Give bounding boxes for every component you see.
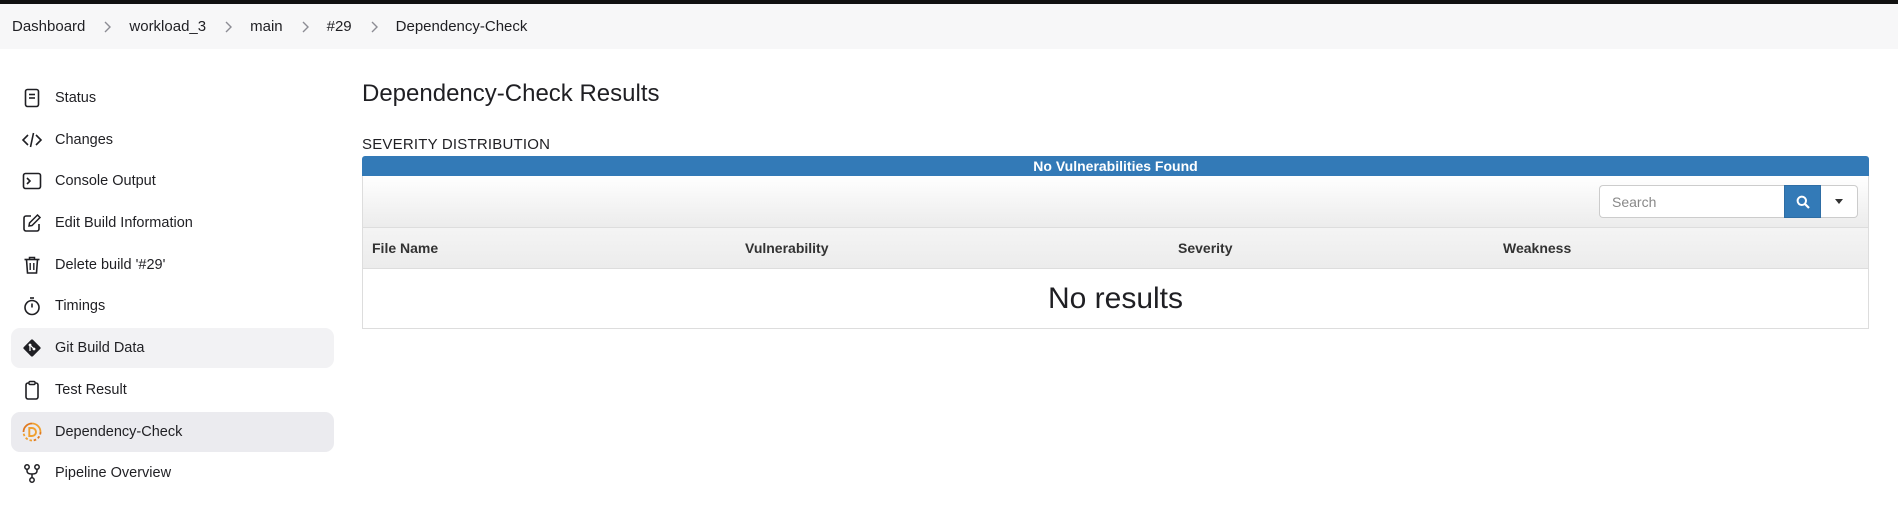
- sidebar-item-pipeline-overview[interactable]: Pipeline Overview: [11, 453, 334, 493]
- column-header-weakness[interactable]: Weakness: [1503, 240, 1571, 256]
- clipboard-icon: [21, 379, 43, 401]
- sidebar-item-label: Git Build Data: [55, 340, 145, 357]
- severity-distribution-bar: No Vulnerabilities Found: [362, 156, 1869, 176]
- stopwatch-icon: [21, 295, 43, 317]
- sidebar-item-console-output[interactable]: Console Output: [11, 161, 334, 201]
- page-title: Dependency-Check Results: [362, 80, 660, 107]
- empty-results-message: No results: [1047, 282, 1184, 315]
- table-header: File Name Vulnerability Severity Weaknes…: [363, 228, 1868, 269]
- git-icon: [21, 337, 43, 359]
- sidebar-item-label: Test Result: [55, 381, 127, 398]
- breadcrumb-branch[interactable]: main: [250, 18, 283, 35]
- sidebar-item-label: Console Output: [55, 173, 156, 190]
- pipeline-icon: [21, 462, 43, 484]
- trash-icon: [21, 254, 43, 276]
- caret-down-icon: [1835, 199, 1843, 204]
- severity-distribution-label: SEVERITY DISTRIBUTION: [362, 136, 551, 153]
- sidebar-item-dependency-check[interactable]: Dependency-Check: [11, 411, 334, 452]
- chevron-right-icon: [300, 21, 310, 33]
- sidebar-item-delete-build[interactable]: Delete build '#29': [11, 245, 334, 285]
- search-input[interactable]: [1599, 185, 1784, 218]
- breadcrumb: Dashboard workload_3 main #29 Dependency…: [0, 4, 1898, 49]
- sidebar-item-changes[interactable]: Changes: [11, 120, 334, 160]
- sidebar-item-label: Dependency-Check: [55, 423, 183, 440]
- code-icon: [21, 129, 43, 151]
- chevron-right-icon: [223, 21, 233, 33]
- breadcrumb-dashboard[interactable]: Dashboard: [12, 18, 85, 35]
- search-options-dropdown[interactable]: [1821, 185, 1858, 218]
- column-header-severity[interactable]: Severity: [1178, 240, 1232, 256]
- sidebar-item-edit-build-information[interactable]: Edit Build Information: [11, 203, 334, 243]
- search-icon: [1796, 195, 1810, 209]
- column-header-vulnerability[interactable]: Vulnerability: [745, 240, 829, 256]
- sidebar-item-label: Status: [55, 90, 97, 106]
- sidebar-item-label: Pipeline Overview: [55, 465, 172, 482]
- sidebar-item-label: Edit Build Information: [55, 215, 193, 232]
- edit-icon: [21, 212, 43, 234]
- sidebar-item-label: Delete build '#29': [55, 256, 166, 273]
- search-button[interactable]: [1784, 185, 1821, 218]
- sidebar-item-label: Changes: [55, 131, 114, 148]
- breadcrumb-current[interactable]: Dependency-Check: [396, 18, 528, 35]
- column-header-file-name[interactable]: File Name: [372, 240, 438, 256]
- breadcrumb-build[interactable]: #29: [327, 18, 352, 35]
- sidebar-item-git-build-data[interactable]: Git Build Data: [11, 328, 334, 369]
- breadcrumb-workload[interactable]: workload_3: [129, 18, 206, 35]
- sidebar-item-label: Timings: [55, 298, 106, 315]
- sidebar: Status Changes Console Output Edit Build…: [11, 78, 334, 495]
- results-table: File Name Vulnerability Severity Weaknes…: [362, 176, 1869, 329]
- search-group: [1599, 185, 1858, 218]
- main-content: Dependency-Check Results SEVERITY DISTRI…: [362, 78, 1869, 329]
- status-icon: [21, 87, 43, 109]
- sidebar-item-timings[interactable]: Timings: [11, 286, 334, 326]
- table-toolbar: [363, 176, 1868, 228]
- chevron-right-icon: [369, 21, 379, 33]
- terminal-icon: [21, 170, 43, 192]
- sidebar-item-status[interactable]: Status: [11, 78, 334, 118]
- dependency-check-icon: [21, 421, 43, 443]
- sidebar-item-test-result[interactable]: Test Result: [11, 370, 334, 410]
- chevron-right-icon: [102, 21, 112, 33]
